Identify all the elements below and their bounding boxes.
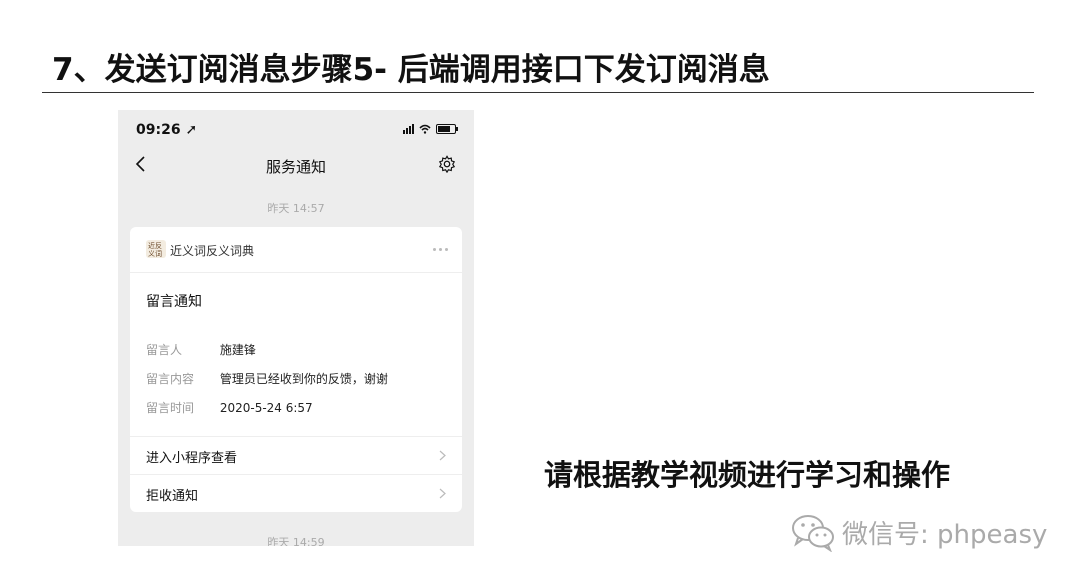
chevron-right-icon (439, 450, 446, 461)
more-icon[interactable] (433, 248, 448, 251)
title-divider (42, 92, 1034, 93)
svg-text:近反: 近反 (148, 241, 162, 250)
status-icons (403, 124, 458, 134)
action-label: 进入小程序查看 (146, 451, 238, 466)
field-label: 留言人 (146, 343, 183, 357)
message-title: 留言通知 (146, 294, 202, 310)
app-name: 近义词反义词典 (170, 244, 255, 258)
open-miniprogram-link[interactable]: 进入小程序查看 (130, 436, 462, 474)
slide-title: 7、发送订阅消息步骤5- 后端调用接口下发订阅消息 (52, 52, 770, 88)
phone-screenshot: 09:26 ➚ 服务通知 昨天 14:57 近反 义词 近义词反义词典 留言通知… (118, 110, 474, 546)
field-row: 留言内容 管理员已经收到你的反馈，谢谢 (146, 370, 388, 387)
field-label: 留言内容 (146, 372, 195, 386)
card-header: 近反 义词 近义词反义词典 (130, 227, 462, 273)
reject-notification-link[interactable]: 拒收通知 (130, 474, 462, 512)
battery-icon (436, 124, 458, 134)
signal-icon (403, 124, 414, 134)
watermark: 微信号: phpeasy (790, 512, 1047, 552)
field-row: 留言人 施建锋 (146, 341, 256, 358)
field-value: 2020-5-24 6:57 (219, 401, 313, 415)
timestamp-bottom: 昨天 14:59 (267, 536, 325, 546)
chevron-right-icon (439, 488, 446, 499)
timestamp-top: 昨天 14:57 (267, 202, 325, 215)
action-label: 拒收通知 (146, 489, 199, 504)
field-label: 留言时间 (146, 401, 195, 415)
watermark-text: 微信号: phpeasy (842, 519, 1048, 550)
instruction-text: 请根据教学视频进行学习和操作 (544, 458, 951, 492)
notification-card: 近反 义词 近义词反义词典 留言通知 留言人 施建锋 留言内容 管理员已经收到你… (130, 227, 462, 512)
field-row: 留言时间 2020-5-24 6:57 (146, 399, 313, 416)
status-time: 09:26 ➚ (136, 122, 198, 138)
wifi-icon (419, 124, 431, 134)
app-logo: 近反 义词 (146, 240, 166, 258)
field-value: 施建锋 (219, 343, 256, 357)
field-value: 管理员已经收到你的反馈，谢谢 (219, 372, 388, 386)
gear-icon[interactable] (438, 155, 456, 173)
status-bar: 09:26 ➚ (118, 110, 474, 148)
nav-title: 服务通知 (265, 158, 326, 176)
wechat-logo-icon (792, 515, 834, 552)
nav-bar: 服务通知 (118, 148, 474, 184)
svg-text:义词: 义词 (148, 250, 162, 258)
